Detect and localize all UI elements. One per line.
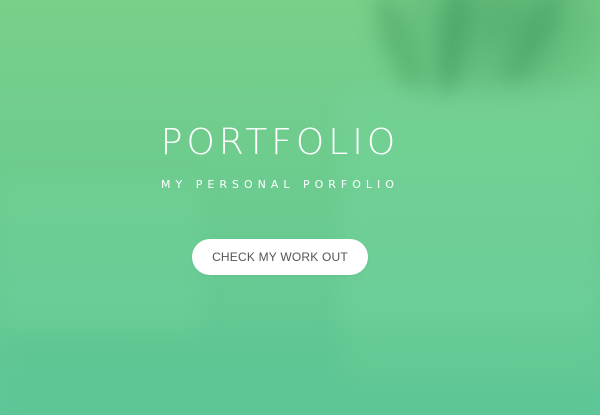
hero-title: PORTFOLIO — [160, 122, 400, 163]
hero-section: PORTFOLIO MY PERSONAL PORFOLIO CHECK MY … — [0, 0, 600, 415]
check-my-work-button[interactable]: CHECK MY WORK OUT — [192, 239, 368, 275]
hero-subtitle: MY PERSONAL PORFOLIO — [161, 178, 399, 191]
hero-content: PORTFOLIO MY PERSONAL PORFOLIO CHECK MY … — [0, 0, 600, 415]
